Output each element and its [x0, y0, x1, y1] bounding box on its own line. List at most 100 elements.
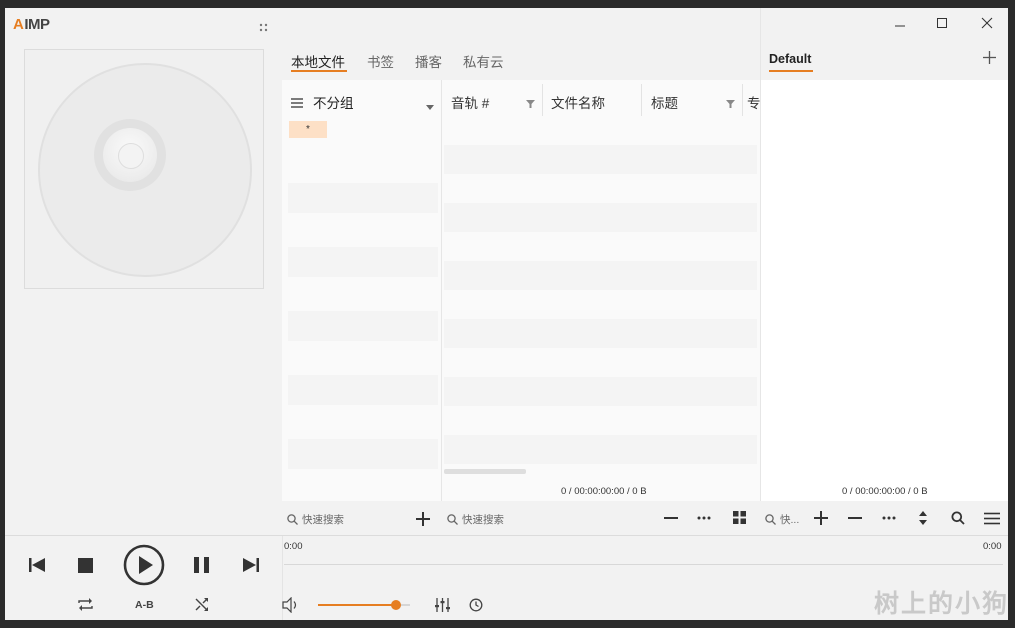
group-search-input[interactable]: 快速搜索: [302, 512, 344, 527]
equalizer-icon: [435, 598, 450, 612]
grid-view-button[interactable]: [733, 511, 746, 529]
menu-icon: [984, 512, 1000, 525]
repeat-button[interactable]: [78, 598, 93, 611]
minimize-button[interactable]: [883, 12, 917, 36]
ab-repeat-button[interactable]: A-B: [135, 599, 154, 611]
play-button[interactable]: [123, 544, 165, 586]
file-list: [442, 80, 760, 501]
left-panel: AIMP: [5, 8, 282, 535]
column-track[interactable]: 音轨 #: [451, 92, 489, 112]
tab-bookmarks[interactable]: 书签: [367, 51, 394, 71]
minimize-icon: [895, 25, 905, 27]
find-button[interactable]: [951, 511, 965, 530]
more-options-button[interactable]: [697, 511, 711, 530]
grid-icon: [733, 511, 746, 524]
shuffle-button[interactable]: [195, 598, 209, 611]
playlist-menu-button[interactable]: [984, 512, 1000, 530]
remove-button[interactable]: [664, 511, 678, 530]
add-files-button[interactable]: [814, 511, 828, 530]
remove-files-button[interactable]: [848, 511, 862, 530]
stop-button[interactable]: [78, 558, 93, 573]
more-icon: [882, 516, 896, 520]
app-logo: AIMP: [13, 16, 50, 33]
pause-button[interactable]: [194, 557, 210, 573]
column-title[interactable]: 标题: [651, 92, 678, 112]
list-item: [288, 311, 438, 341]
tab-podcasts[interactable]: 播客: [415, 51, 442, 71]
table-row: [444, 203, 757, 232]
grouping-label[interactable]: 不分组: [313, 92, 354, 112]
library-status: 0 / 00:00:00:00 / 0 B: [561, 486, 647, 497]
scheduler-button[interactable]: [469, 598, 483, 612]
column-divider: [641, 84, 642, 116]
previous-button[interactable]: [29, 558, 45, 572]
speaker-icon: [282, 597, 297, 613]
active-tab-indicator: [291, 70, 347, 72]
playlist-more-button[interactable]: [882, 511, 896, 530]
plus-icon: [983, 51, 996, 64]
search-icon: [951, 511, 965, 525]
sort-button[interactable]: [918, 510, 928, 531]
list-item: [288, 439, 438, 469]
album-art: [24, 49, 264, 289]
group-item-all[interactable]: *: [289, 121, 327, 138]
maximize-icon: [937, 18, 947, 28]
skip-back-icon: [29, 558, 45, 572]
plus-icon: [416, 512, 430, 526]
column-divider: [742, 84, 743, 116]
stop-icon: [78, 558, 93, 573]
add-group-button[interactable]: [416, 512, 430, 531]
menu-icon[interactable]: [291, 95, 303, 113]
files-search-input[interactable]: 快速搜索: [462, 512, 504, 527]
list-item: [288, 247, 438, 277]
logo-text: IMP: [24, 16, 50, 33]
column-filename[interactable]: 文件名称: [551, 92, 605, 112]
repeat-icon: [78, 598, 93, 611]
plus-icon: [814, 511, 828, 525]
group-pane: [282, 80, 441, 501]
sort-icon: [919, 511, 927, 525]
search-bar-row: [282, 501, 1008, 535]
column-album[interactable]: 专: [747, 92, 760, 112]
table-row: [444, 435, 757, 464]
playlist-status: 0 / 00:00:00:00 / 0 B: [842, 486, 928, 497]
logo-accent: A: [13, 16, 24, 33]
table-row: [444, 319, 757, 348]
minus-icon: [848, 517, 862, 519]
filter-icon[interactable]: [526, 96, 535, 114]
seek-bar[interactable]: [284, 564, 1003, 565]
tab-private-cloud[interactable]: 私有云: [463, 51, 504, 71]
aimp-window: AIMP 本地文件 书签 播客 私有云 不分组 * 音轨 # 文件名称 标题 专…: [5, 8, 1008, 620]
time-elapsed: 0:00: [284, 541, 303, 552]
time-total: 0:00: [983, 541, 1002, 552]
table-row: [444, 377, 757, 406]
close-button[interactable]: [970, 12, 1004, 36]
chevron-down-icon[interactable]: [426, 97, 434, 115]
next-button[interactable]: [243, 558, 259, 572]
pause-icon: [194, 557, 209, 573]
minus-icon: [664, 517, 678, 519]
active-playlist-indicator: [769, 70, 813, 72]
list-item: [288, 183, 438, 213]
playlist-search-input[interactable]: 快...: [780, 512, 799, 527]
table-row: [444, 145, 757, 174]
volume-slider[interactable]: [318, 600, 410, 610]
tab-local-files[interactable]: 本地文件: [291, 51, 345, 71]
filter-icon[interactable]: [726, 96, 735, 114]
drag-handle-icon[interactable]: [259, 20, 269, 32]
add-playlist-button[interactable]: [983, 51, 996, 69]
column-divider: [542, 84, 543, 116]
close-icon: [981, 17, 993, 29]
table-row: [444, 261, 757, 290]
playlist-tab-default[interactable]: Default: [769, 52, 811, 66]
volume-button[interactable]: [282, 597, 300, 613]
clock-icon: [469, 598, 483, 612]
search-icon: [287, 512, 298, 530]
volume-fill: [318, 604, 397, 606]
disc-hole: [118, 143, 144, 169]
volume-handle[interactable]: [391, 600, 402, 610]
maximize-button[interactable]: [925, 12, 959, 36]
equalizer-button[interactable]: [435, 598, 450, 612]
play-icon: [123, 544, 165, 586]
horizontal-scrollbar[interactable]: [444, 469, 526, 474]
